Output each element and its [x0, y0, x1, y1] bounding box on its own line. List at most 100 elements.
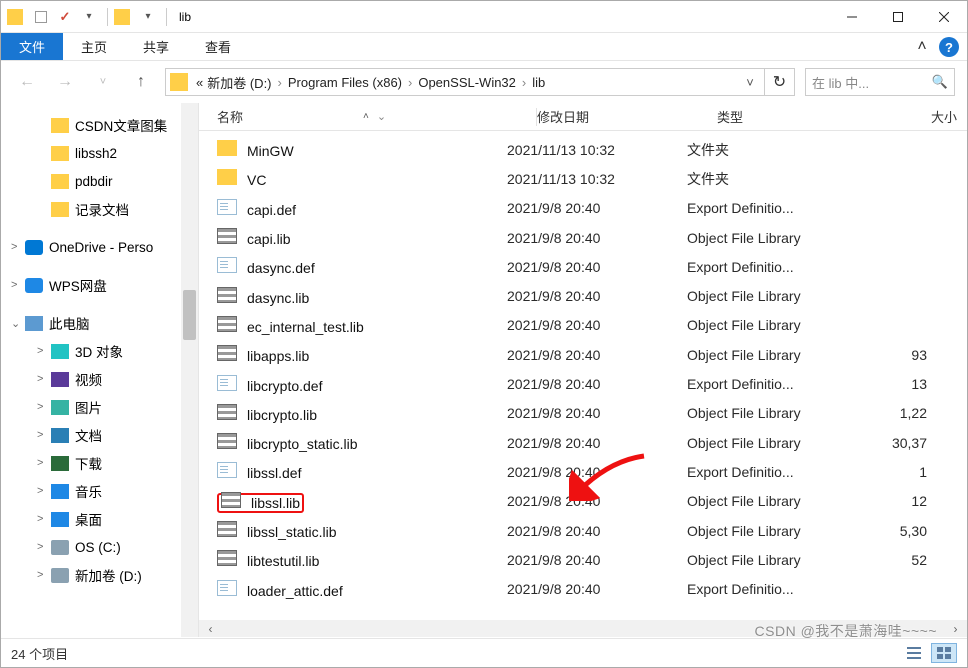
refresh-button[interactable]: ↻	[765, 68, 795, 96]
file-lib-icon	[217, 521, 237, 537]
chevron-right-icon[interactable]: ›	[404, 75, 416, 90]
breadcrumb[interactable]: Program Files (x86)	[286, 75, 404, 90]
tree-item[interactable]: CSDN文章图集	[1, 111, 198, 139]
help-icon[interactable]: ?	[939, 37, 959, 57]
file-lib-icon	[217, 345, 237, 361]
table-row[interactable]: capi.lib2021/9/8 20:40Object File Librar…	[199, 223, 967, 252]
nav-tree[interactable]: CSDN文章图集libssh2pdbdir记录文档 >OneDrive - Per…	[1, 103, 199, 637]
chevron-icon[interactable]: >	[37, 569, 51, 581]
breadcrumb[interactable]: 新加卷 (D:)	[205, 73, 273, 92]
qat-dropdown-icon[interactable]: ▾	[79, 7, 99, 27]
tree-item[interactable]: >音乐	[1, 477, 198, 505]
tree-item-label: 视频	[75, 369, 102, 389]
tree-item[interactable]: >图片	[1, 393, 198, 421]
scrollbar[interactable]	[181, 103, 198, 637]
chevron-icon[interactable]: >	[37, 485, 51, 497]
table-row[interactable]: libssl_static.lib2021/9/8 20:40Object Fi…	[199, 516, 967, 545]
qat-item[interactable]	[31, 7, 51, 27]
tree-item[interactable]: pdbdir	[1, 167, 198, 195]
pc-icon	[25, 316, 43, 331]
tree-item[interactable]: >OneDrive - Perso	[1, 233, 198, 261]
video-icon	[51, 372, 69, 387]
up-button[interactable]: ↑	[127, 68, 155, 96]
table-row[interactable]: MinGW2021/11/13 10:32文件夹	[199, 135, 967, 164]
tree-item[interactable]: >WPS网盘	[1, 271, 198, 299]
table-row[interactable]: libtestutil.lib2021/9/8 20:40Object File…	[199, 545, 967, 574]
tree-item[interactable]: > OS (C:)	[1, 533, 198, 561]
scroll-right-icon[interactable]: ›	[947, 622, 964, 635]
tree-item[interactable]: libssh2	[1, 139, 198, 167]
scroll-left-icon[interactable]: ‹	[202, 622, 219, 635]
file-lib-icon	[217, 550, 237, 566]
search-input[interactable]: 在 lib 中... 🔍	[805, 68, 955, 96]
tab-file[interactable]: 文件	[1, 33, 63, 60]
tab-share[interactable]: 共享	[125, 33, 187, 60]
ribbon-collapse-icon[interactable]: ˄	[911, 36, 933, 58]
tree-item[interactable]: >下载	[1, 449, 198, 477]
table-row[interactable]: ec_internal_test.lib2021/9/8 20:40Object…	[199, 311, 967, 340]
address-dropdown-icon[interactable]: ˅	[740, 75, 760, 90]
table-row[interactable]: VC2021/11/13 10:32文件夹	[199, 164, 967, 193]
minimize-button[interactable]	[829, 1, 875, 33]
table-row[interactable]: libcrypto.def2021/9/8 20:40Export Defini…	[199, 369, 967, 398]
chevron-right-icon[interactable]: ›	[274, 75, 286, 90]
chevron-icon[interactable]: >	[37, 401, 51, 413]
file-date: 2021/9/8 20:40	[507, 464, 687, 480]
close-button[interactable]	[921, 1, 967, 33]
file-type: Export Definitio...	[687, 200, 847, 216]
file-lib-icon	[217, 433, 237, 449]
file-def-icon	[217, 199, 237, 215]
chevron-icon[interactable]: ⌄	[11, 317, 25, 330]
chevron-icon[interactable]: >	[11, 279, 25, 291]
tree-item[interactable]: ⌄此电脑	[1, 309, 198, 337]
back-button[interactable]: ←	[13, 68, 41, 96]
search-icon[interactable]: 🔍	[932, 74, 948, 90]
table-row[interactable]: libapps.lib2021/9/8 20:40Object File Lib…	[199, 340, 967, 369]
tree-item[interactable]: >新加卷 (D:)	[1, 561, 198, 589]
breadcrumb[interactable]: OpenSSL-Win32	[416, 75, 518, 90]
scrollbar-thumb[interactable]	[183, 290, 196, 340]
breadcrumb[interactable]: lib	[530, 75, 547, 90]
chevron-icon[interactable]: >	[37, 541, 51, 553]
file-type: 文件夹	[687, 140, 847, 160]
qat-item[interactable]: ✓	[55, 7, 75, 27]
col-type[interactable]: 类型	[717, 107, 877, 126]
tree-item[interactable]: 记录文档	[1, 195, 198, 223]
tree-item[interactable]: >3D 对象	[1, 337, 198, 365]
tree-item[interactable]: > 视频	[1, 365, 198, 393]
breadcrumb[interactable]: «	[194, 75, 205, 90]
chevron-icon[interactable]: >	[37, 457, 51, 469]
tab-view[interactable]: 查看	[187, 33, 249, 60]
file-type: Object File Library	[687, 230, 847, 246]
forward-button[interactable]: →	[51, 68, 79, 96]
chevron-right-icon[interactable]: ›	[518, 75, 530, 90]
table-row[interactable]: libcrypto.lib2021/9/8 20:40Object File L…	[199, 399, 967, 428]
view-large-icon[interactable]	[931, 643, 957, 663]
table-row[interactable]: dasync.def2021/9/8 20:40Export Definitio…	[199, 252, 967, 281]
tab-home[interactable]: 主页	[63, 33, 125, 60]
chevron-icon[interactable]: >	[37, 429, 51, 441]
maximize-button[interactable]	[875, 1, 921, 33]
tree-item[interactable]: >桌面	[1, 505, 198, 533]
col-name[interactable]: 名称 ˄ ⌄	[217, 107, 537, 126]
table-row[interactable]: libssl.lib2021/9/8 20:40Object File Libr…	[199, 487, 967, 516]
tree-item[interactable]: >文档	[1, 421, 198, 449]
table-row[interactable]: dasync.lib2021/9/8 20:40Object File Libr…	[199, 281, 967, 310]
tree-item-label: OS (C:)	[75, 540, 121, 555]
table-row[interactable]: capi.def2021/9/8 20:40Export Definitio..…	[199, 194, 967, 223]
table-row[interactable]: libssl.def2021/9/8 20:40Export Definitio…	[199, 457, 967, 486]
chevron-icon[interactable]: >	[11, 241, 25, 253]
recent-button[interactable]: ˅	[89, 68, 117, 96]
view-details-icon[interactable]	[901, 643, 927, 663]
table-row[interactable]: libcrypto_static.lib2021/9/8 20:40Object…	[199, 428, 967, 457]
chevron-icon[interactable]: >	[37, 513, 51, 525]
chevron-icon[interactable]: >	[37, 373, 51, 385]
address-bar[interactable]: « 新加卷 (D:) › Program Files (x86) › OpenS…	[165, 68, 765, 96]
table-row[interactable]: loader_attic.def2021/9/8 20:40Export Def…	[199, 574, 967, 603]
col-dropdown-icon[interactable]: ⌄	[377, 110, 386, 123]
col-date[interactable]: 修改日期	[537, 107, 717, 126]
col-size[interactable]: 大小	[877, 107, 957, 126]
chevron-icon[interactable]: >	[37, 345, 51, 357]
qat-dropdown-icon[interactable]: ▾	[138, 7, 158, 27]
drive-icon	[51, 568, 69, 583]
